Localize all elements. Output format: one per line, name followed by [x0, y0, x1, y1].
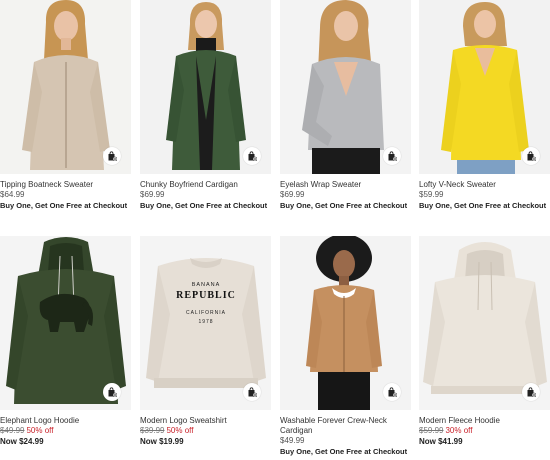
product-image[interactable]	[280, 236, 411, 410]
print-line-2: REPUBLIC	[176, 290, 236, 301]
original-price: $39.99	[140, 426, 165, 435]
original-price: $49.99	[0, 426, 25, 435]
product-card[interactable]: Elephant Logo Hoodie $49.99 50% off Now $…	[0, 236, 131, 447]
product-card[interactable]: Tipping Boatneck Sweater $64.99 Buy One,…	[0, 0, 131, 211]
product-image[interactable]: BANANA REPUBLIC CALIFORNIA 1978	[140, 236, 271, 410]
promo-text: Buy One, Get One Free at Checkout	[419, 201, 547, 210]
original-price: $59.99	[419, 426, 444, 435]
product-name[interactable]: Washable Forever Crew-Neck Cardigan	[280, 416, 411, 436]
product-price: $49.99	[280, 436, 305, 445]
discount-label: 50% off	[26, 426, 54, 435]
shopping-bag-plus-icon[interactable]	[243, 147, 261, 165]
sale-price: Now $24.99	[0, 437, 44, 446]
promo-text: Buy One, Get One Free at Checkout	[280, 201, 408, 210]
shopping-bag-plus-icon[interactable]	[383, 383, 401, 401]
product-name[interactable]: Elephant Logo Hoodie	[0, 416, 131, 426]
print-line-4: 1978	[198, 319, 213, 325]
shopping-bag-plus-icon[interactable]	[103, 383, 121, 401]
shopping-bag-plus-icon[interactable]	[243, 383, 261, 401]
product-card[interactable]: Eyelash Wrap Sweater $69.99 Buy One, Get…	[280, 0, 411, 211]
product-price: $49.99 50% off	[0, 426, 131, 436]
product-name[interactable]: Modern Fleece Hoodie	[419, 416, 550, 426]
product-price: $39.99 50% off	[140, 426, 271, 436]
product-card[interactable]: BANANA REPUBLIC CALIFORNIA 1978 Modern L…	[140, 236, 271, 447]
shopping-bag-plus-icon[interactable]	[522, 147, 540, 165]
product-image[interactable]	[0, 0, 131, 174]
product-name[interactable]: Eyelash Wrap Sweater	[280, 180, 411, 190]
product-name[interactable]: Modern Logo Sweatshirt	[140, 416, 271, 426]
product-price: $64.99	[0, 190, 25, 199]
print-line-1: BANANA	[192, 282, 221, 288]
product-image[interactable]	[280, 0, 411, 174]
promo-text: Buy One, Get One Free at Checkout	[0, 201, 128, 210]
product-image[interactable]	[419, 236, 550, 410]
promo-text: Buy One, Get One Free at Checkout	[140, 201, 268, 210]
product-name[interactable]: Tipping Boatneck Sweater	[0, 180, 131, 190]
product-price: $59.99 30% off	[419, 426, 550, 436]
product-price: $69.99	[140, 190, 165, 199]
discount-label: 50% off	[166, 426, 194, 435]
product-image[interactable]	[419, 0, 550, 174]
sale-price: Now $19.99	[140, 437, 184, 446]
product-price: $69.99	[280, 190, 305, 199]
shopping-bag-plus-icon[interactable]	[522, 383, 540, 401]
product-name[interactable]: Lofty V-Neck Sweater	[419, 180, 550, 190]
shopping-bag-plus-icon[interactable]	[103, 147, 121, 165]
product-card[interactable]: Chunky Boyfriend Cardigan $69.99 Buy One…	[140, 0, 271, 211]
print-line-3: CALIFORNIA	[186, 310, 226, 316]
product-grid: Tipping Boatneck Sweater $64.99 Buy One,…	[0, 0, 550, 460]
product-card[interactable]: Washable Forever Crew-Neck Cardigan $49.…	[280, 236, 411, 457]
product-card[interactable]: Lofty V-Neck Sweater $59.99 Buy One, Get…	[419, 0, 550, 211]
product-image[interactable]	[0, 236, 131, 410]
discount-label: 30% off	[445, 426, 473, 435]
product-name[interactable]: Chunky Boyfriend Cardigan	[140, 180, 271, 190]
promo-text: Buy One, Get One Free at Checkout	[280, 447, 408, 456]
shopping-bag-plus-icon[interactable]	[383, 147, 401, 165]
product-price: $59.99	[419, 190, 444, 199]
product-card[interactable]: Modern Fleece Hoodie $59.99 30% off Now $…	[419, 236, 550, 447]
product-image[interactable]	[140, 0, 271, 174]
sale-price: Now $41.99	[419, 437, 463, 446]
